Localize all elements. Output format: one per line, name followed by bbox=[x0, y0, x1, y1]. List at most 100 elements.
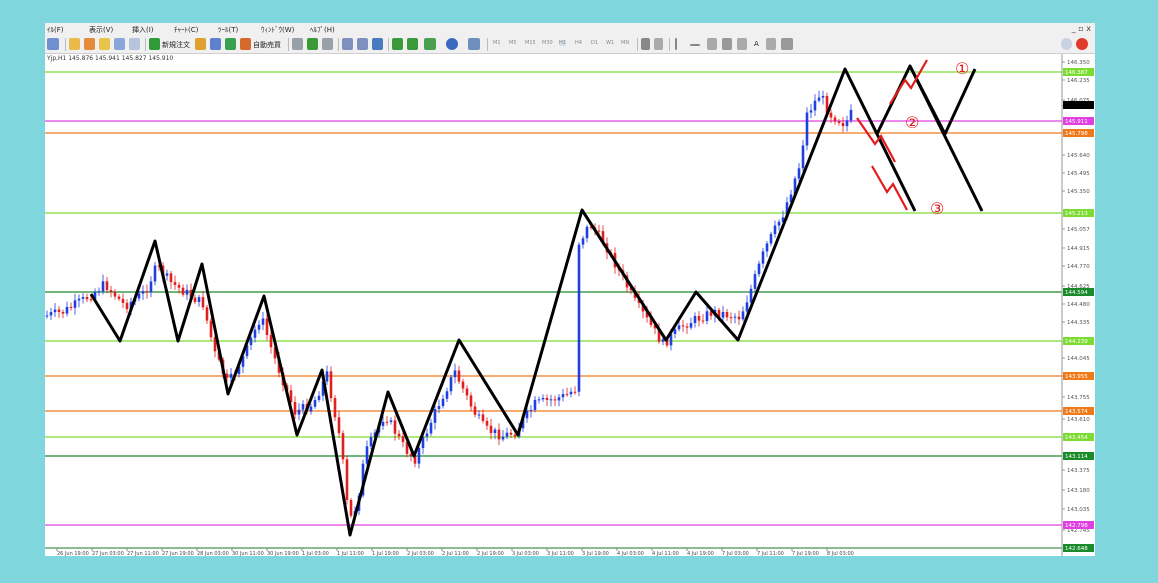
scenario-arrow bbox=[871, 165, 908, 211]
candle-body bbox=[417, 448, 421, 464]
candle-body bbox=[381, 421, 385, 426]
candle-body bbox=[513, 434, 517, 437]
tile-windows-icon[interactable] bbox=[372, 38, 383, 50]
market-icon[interactable] bbox=[225, 38, 236, 50]
candle-body bbox=[733, 316, 737, 318]
zoom-in-icon[interactable] bbox=[342, 38, 353, 50]
candle-body bbox=[849, 109, 853, 121]
auto-scroll-icon[interactable] bbox=[407, 38, 418, 50]
profiles-icon[interactable] bbox=[69, 38, 80, 50]
tf-mn[interactable]: MN bbox=[621, 40, 629, 46]
menu-chart[interactable]: ﾁｬｰﾄ(C) bbox=[174, 25, 198, 35]
candle-body bbox=[681, 325, 685, 327]
candle-body bbox=[569, 391, 573, 395]
tf-d1[interactable]: D1 bbox=[591, 40, 598, 46]
fibonacci-icon[interactable] bbox=[737, 38, 747, 50]
level-price-label: 145.213 bbox=[1065, 211, 1088, 217]
candle-body bbox=[329, 371, 333, 399]
data-window-icon[interactable] bbox=[99, 38, 110, 50]
crosshair-icon[interactable] bbox=[654, 38, 663, 50]
navigator-icon[interactable] bbox=[114, 38, 125, 50]
new-order-icon[interactable] bbox=[149, 38, 160, 50]
time-label: 8 Jul 03:00 bbox=[827, 551, 854, 556]
menu-window[interactable]: ｳｨﾝﾄﾞｳ(W) bbox=[261, 25, 294, 35]
new-chart-icon[interactable] bbox=[47, 38, 59, 50]
candle-body bbox=[297, 409, 301, 415]
candle-body bbox=[61, 311, 65, 314]
time-label: 3 Jul 11:00 bbox=[547, 551, 574, 556]
candle-body bbox=[769, 234, 773, 244]
new-order-button[interactable]: 新規注文 bbox=[162, 40, 190, 50]
time-label: 1 Jul 19:00 bbox=[372, 551, 399, 556]
signals-icon[interactable] bbox=[210, 38, 221, 50]
candle-body bbox=[397, 433, 401, 437]
time-label: 30 Jun 19:00 bbox=[267, 551, 299, 556]
text-label-icon[interactable] bbox=[766, 38, 776, 50]
candle-body bbox=[809, 110, 813, 113]
candle-body bbox=[545, 397, 549, 400]
candle-body bbox=[741, 311, 745, 320]
chart-canvas: 146.350146.235146.075145.910145.785145.6… bbox=[45, 54, 1094, 556]
vertical-line-icon[interactable] bbox=[675, 38, 677, 50]
candle-body bbox=[749, 288, 753, 303]
window-controls[interactable]: _ ▫ x bbox=[1072, 24, 1091, 33]
arrows-icon[interactable] bbox=[781, 38, 793, 50]
line-chart-icon[interactable] bbox=[322, 38, 333, 50]
candle-body bbox=[365, 446, 369, 464]
candle-body bbox=[197, 297, 201, 302]
trendline-icon[interactable] bbox=[707, 38, 717, 50]
tf-m5[interactable]: M5 bbox=[509, 40, 517, 46]
candle-body bbox=[385, 421, 389, 423]
menu-tools[interactable]: ﾂｰﾙ(T) bbox=[218, 25, 238, 35]
horizontal-line-icon[interactable] bbox=[690, 44, 700, 46]
market-watch-icon[interactable] bbox=[84, 38, 95, 50]
search-icon[interactable] bbox=[1061, 38, 1072, 50]
candle-body bbox=[425, 433, 429, 437]
periods-icon[interactable] bbox=[446, 38, 458, 50]
candle-body bbox=[457, 370, 461, 382]
scenario-label: ② bbox=[905, 113, 919, 132]
price-label: 143.035 bbox=[1067, 507, 1090, 513]
candle-body bbox=[565, 394, 569, 396]
candle-body bbox=[701, 320, 705, 322]
indicators-icon[interactable] bbox=[424, 38, 436, 50]
tf-m15[interactable]: M15 bbox=[525, 40, 536, 46]
candle-body bbox=[81, 297, 85, 299]
bar-chart-icon[interactable] bbox=[292, 38, 303, 50]
candle-body bbox=[185, 289, 189, 295]
templates-icon[interactable] bbox=[468, 38, 480, 50]
metaeditor-icon[interactable] bbox=[195, 38, 206, 50]
zoom-out-icon[interactable] bbox=[357, 38, 368, 50]
menu-insert[interactable]: 挿入(I) bbox=[132, 25, 154, 35]
channel-icon[interactable] bbox=[722, 38, 732, 50]
menu-file[interactable]: ｲﾙ(F) bbox=[47, 25, 64, 35]
cursor-icon[interactable] bbox=[641, 38, 650, 50]
menu-help[interactable]: ﾍﾙﾌﾟ(H) bbox=[310, 25, 335, 35]
candle-body bbox=[841, 122, 845, 127]
candle-body bbox=[773, 225, 777, 235]
candlestick-icon[interactable] bbox=[307, 38, 318, 50]
terminal-icon[interactable] bbox=[129, 38, 140, 50]
auto-trade-icon[interactable] bbox=[240, 38, 251, 50]
tf-h1[interactable]: H1 bbox=[559, 40, 566, 46]
menu-view[interactable]: 表示(V) bbox=[89, 25, 113, 35]
candle-body bbox=[673, 329, 677, 334]
tf-m30[interactable]: M30 bbox=[542, 40, 553, 46]
level-price-label: 143.454 bbox=[1065, 435, 1088, 441]
chart-shift-icon[interactable] bbox=[392, 38, 403, 50]
candle-body bbox=[145, 291, 149, 293]
time-label: 7 Jul 03:00 bbox=[722, 551, 749, 556]
candle-body bbox=[845, 120, 849, 127]
notification-icon[interactable] bbox=[1076, 38, 1088, 50]
candle-body bbox=[489, 425, 493, 434]
text-tool[interactable]: A bbox=[754, 40, 759, 48]
candle-body bbox=[833, 117, 837, 122]
auto-trade-button[interactable]: 自動売買 bbox=[253, 40, 281, 50]
candle-body bbox=[693, 316, 697, 324]
tf-w1[interactable]: W1 bbox=[606, 40, 614, 46]
tf-m1[interactable]: M1 bbox=[493, 40, 501, 46]
price-chart[interactable]: Yjp,H1 145.876 145.941 145.827 145.910 1… bbox=[45, 54, 1095, 556]
tf-h4[interactable]: H4 bbox=[575, 40, 582, 46]
zigzag-line bbox=[89, 64, 977, 537]
price-label: 145.495 bbox=[1067, 171, 1090, 177]
